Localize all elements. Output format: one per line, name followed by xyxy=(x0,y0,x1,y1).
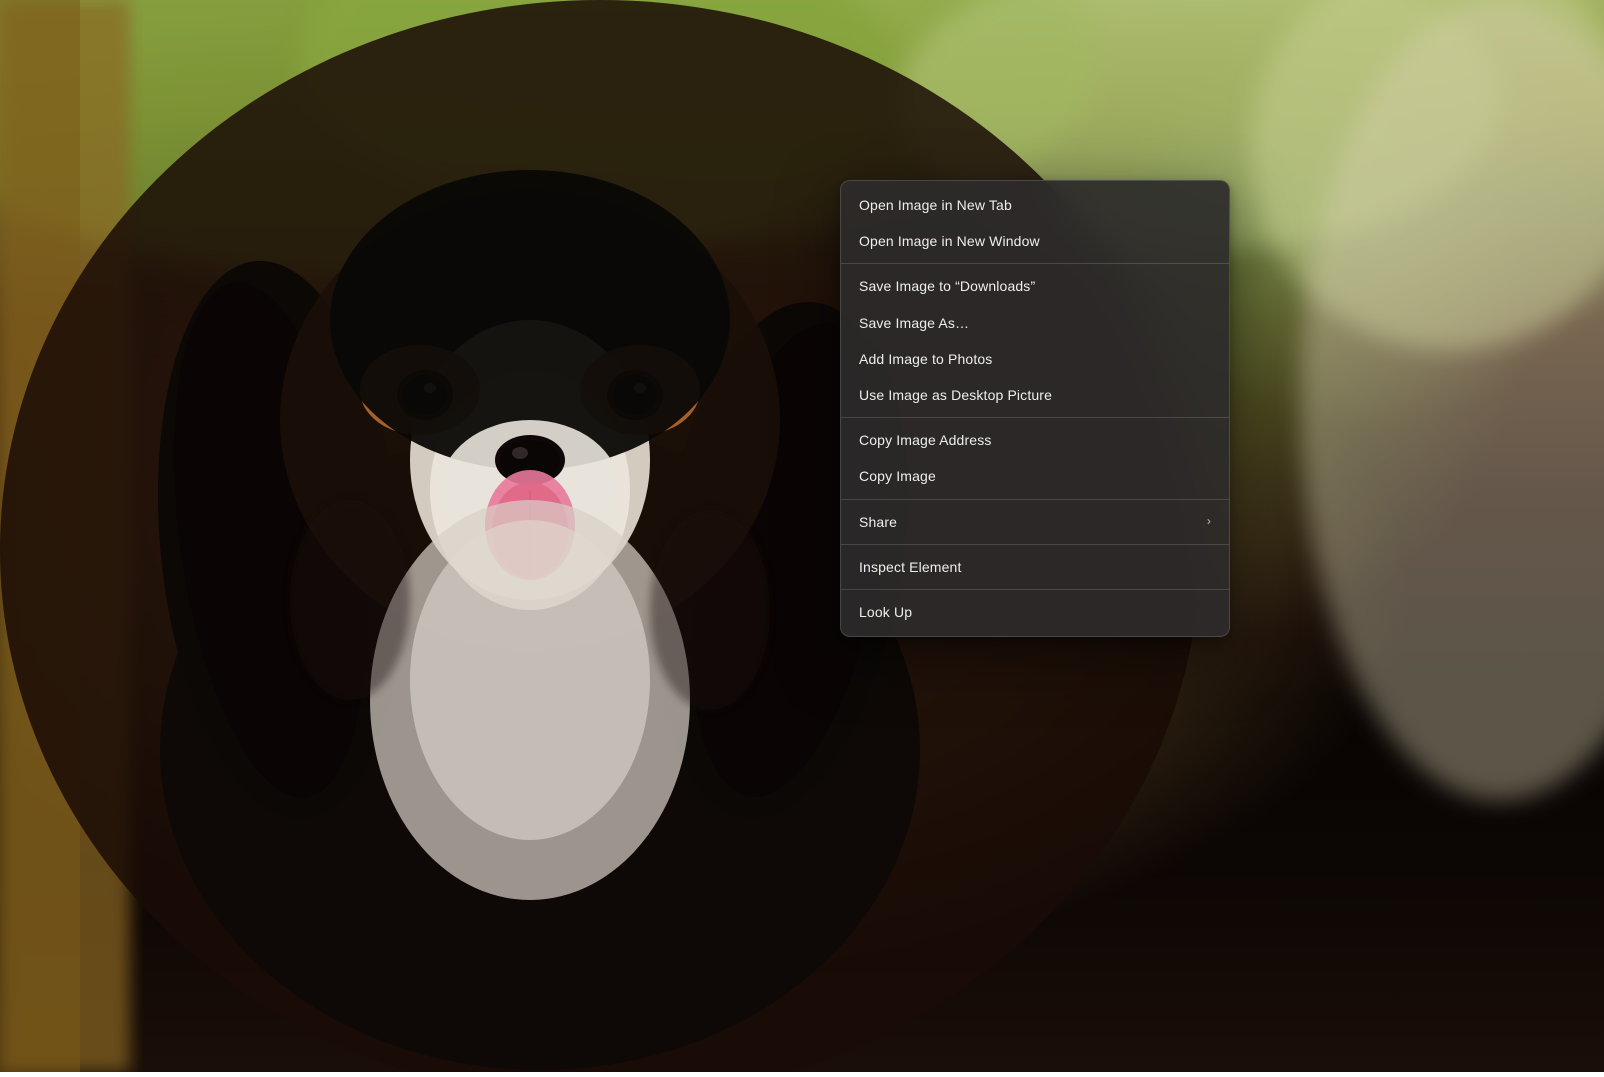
menu-item-inspect-element[interactable]: Inspect Element xyxy=(841,549,1229,585)
separator-1 xyxy=(841,263,1229,264)
menu-item-share[interactable]: Share › xyxy=(841,504,1229,540)
menu-item-save-as[interactable]: Save Image As… xyxy=(841,305,1229,341)
menu-item-add-to-photos[interactable]: Add Image to Photos xyxy=(841,341,1229,377)
separator-5 xyxy=(841,589,1229,590)
context-menu: Open Image in New Tab Open Image in New … xyxy=(840,180,1230,637)
separator-3 xyxy=(841,499,1229,500)
menu-item-look-up[interactable]: Look Up xyxy=(841,594,1229,630)
menu-item-save-downloads[interactable]: Save Image to “Downloads” xyxy=(841,268,1229,304)
separator-4 xyxy=(841,544,1229,545)
menu-item-use-desktop[interactable]: Use Image as Desktop Picture xyxy=(841,377,1229,413)
share-arrow-icon: › xyxy=(1207,514,1211,530)
menu-item-open-new-window[interactable]: Open Image in New Window xyxy=(841,223,1229,259)
separator-2 xyxy=(841,417,1229,418)
dog-photo xyxy=(0,0,1604,1072)
menu-item-copy-address[interactable]: Copy Image Address xyxy=(841,422,1229,458)
menu-item-open-new-tab[interactable]: Open Image in New Tab xyxy=(841,187,1229,223)
menu-item-copy-image[interactable]: Copy Image xyxy=(841,458,1229,494)
